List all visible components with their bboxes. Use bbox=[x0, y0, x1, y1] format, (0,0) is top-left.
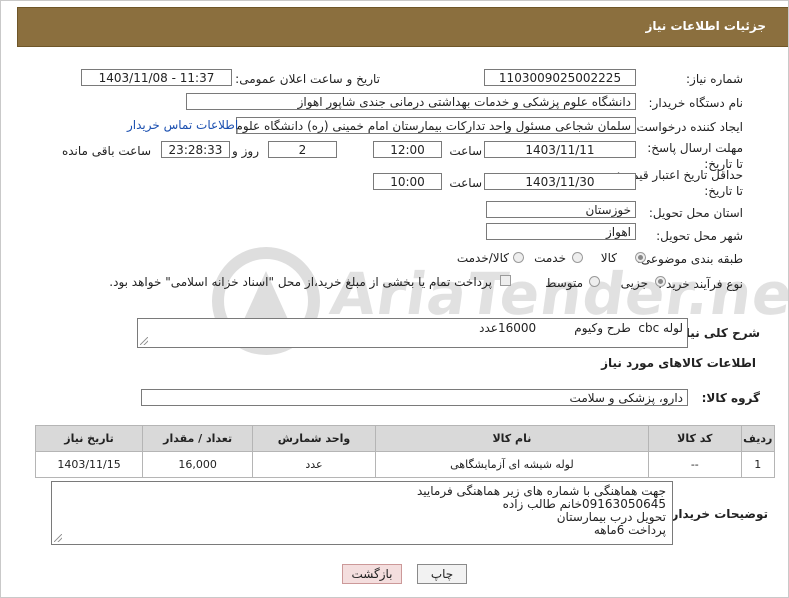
category-option-service: خدمت bbox=[534, 251, 566, 265]
buyer-notes-label: توضیحات خریدار: bbox=[666, 507, 768, 521]
buyer-note-line: تحویل درب بیمارستان bbox=[556, 510, 666, 524]
validity-time-field: 10:00 bbox=[373, 173, 442, 190]
category-label: طبقه بندی موضوعی: bbox=[636, 252, 743, 266]
resize-grip-icon[interactable] bbox=[140, 337, 148, 345]
category-option-goods-service: کالا/خدمت bbox=[456, 251, 509, 265]
back-button[interactable]: بازگشت bbox=[342, 564, 402, 584]
col-name: نام کالا bbox=[374, 425, 650, 452]
time-remaining-label: ساعت باقی مانده bbox=[61, 144, 151, 158]
cell-unit: عدد bbox=[252, 451, 376, 478]
goods-table: ردیف کد کالا نام کالا واحد شمارش تعداد /… bbox=[34, 425, 776, 478]
col-unit: واحد شمارش bbox=[252, 425, 376, 452]
province-field: خوزستان bbox=[486, 201, 636, 218]
col-row: ردیف bbox=[740, 425, 776, 452]
province-label: استان محل تحویل: bbox=[648, 206, 743, 220]
treasury-payment-checkbox[interactable] bbox=[500, 275, 511, 286]
category-radio-goods-service[interactable] bbox=[513, 252, 524, 263]
process-option-minor: جزیی bbox=[620, 276, 648, 290]
page-frame: جزئیات اطلاعات نیاز AriaTender.neT شماره… bbox=[0, 0, 789, 598]
col-code: کد کالا bbox=[648, 425, 742, 452]
col-date: تاریخ نیاز bbox=[34, 425, 144, 452]
deadline-time-label: ساعت bbox=[449, 144, 482, 158]
days-label: روز و bbox=[232, 144, 259, 158]
days-remaining-field: 2 bbox=[268, 141, 337, 158]
announce-label: تاریخ و ساعت اعلان عمومی: bbox=[235, 72, 380, 86]
buyer-note-line: پرداخت 6ماهه bbox=[593, 523, 666, 537]
cell-qty: 16,000 bbox=[142, 451, 254, 478]
header-bar: جزئیات اطلاعات نیاز bbox=[17, 7, 788, 47]
need-number-label: شماره نیاز: bbox=[686, 72, 743, 86]
city-field: اهواز bbox=[486, 223, 636, 240]
deadline-time-field: 12:00 bbox=[373, 141, 442, 158]
goods-group-field: دارو، پزشکی و سلامت bbox=[141, 389, 688, 406]
table-row: 1 -- لوله شیشه ای آزمایشگاهی عدد 16,000 … bbox=[34, 451, 776, 478]
treasury-payment-note: پرداخت تمام یا بخشی از مبلغ خرید،از محل … bbox=[109, 275, 492, 289]
process-option-medium: متوسط bbox=[545, 276, 583, 290]
need-number-field: 1103009025002225 bbox=[484, 69, 636, 86]
validity-time-label: ساعت bbox=[449, 176, 482, 190]
buyer-notes-field: جهت هماهنگی با شماره های زیر هماهنگی فرم… bbox=[51, 481, 673, 545]
category-radio-service[interactable] bbox=[572, 252, 583, 263]
deadline-date-field: 1403/11/11 bbox=[484, 141, 636, 158]
goods-group-label: گروه کالا: bbox=[701, 391, 760, 405]
creator-label: ایجاد کننده درخواست: bbox=[632, 120, 743, 134]
summary-text: لوله cbc طرح وکیوم 16000عدد bbox=[479, 321, 683, 335]
validity-date-field: 1403/11/30 bbox=[484, 173, 636, 190]
city-label: شهر محل تحویل: bbox=[656, 229, 743, 243]
buyer-org-field: دانشگاه علوم پزشکی و خدمات بهداشتی درمان… bbox=[186, 93, 636, 110]
goods-section-title: اطلاعات کالاهای مورد نیاز bbox=[601, 356, 756, 370]
resize-grip-icon[interactable] bbox=[54, 534, 62, 542]
cell-row: 1 bbox=[740, 451, 776, 478]
summary-field: لوله cbc طرح وکیوم 16000عدد bbox=[137, 318, 688, 348]
announce-field: 1403/11/08 - 11:37 bbox=[81, 69, 232, 86]
print-button[interactable]: چاپ bbox=[417, 564, 467, 584]
process-radio-minor[interactable] bbox=[655, 276, 666, 287]
cell-name: لوله شیشه ای آزمایشگاهی bbox=[374, 451, 650, 478]
category-radio-goods[interactable] bbox=[635, 252, 646, 263]
process-radio-medium[interactable] bbox=[589, 276, 600, 287]
creator-field: سلمان شجاعی مسئول واحد تدارکات بیمارستان… bbox=[236, 117, 636, 134]
buyer-contact-link[interactable]: اطلاعات تماس خریدار bbox=[127, 118, 238, 132]
category-option-goods: کالا bbox=[600, 251, 617, 265]
goods-table-header: ردیف کد کالا نام کالا واحد شمارش تعداد /… bbox=[34, 425, 776, 452]
time-remaining-field: 23:28:33 bbox=[161, 141, 230, 158]
page-title: جزئیات اطلاعات نیاز bbox=[645, 19, 766, 33]
cell-code: -- bbox=[648, 451, 742, 478]
cell-date: 1403/11/15 bbox=[34, 451, 144, 478]
col-qty: تعداد / مقدار bbox=[142, 425, 254, 452]
buyer-org-label: نام دستگاه خریدار: bbox=[648, 96, 744, 110]
process-label: نوع فرآیند خرید : bbox=[658, 277, 743, 291]
